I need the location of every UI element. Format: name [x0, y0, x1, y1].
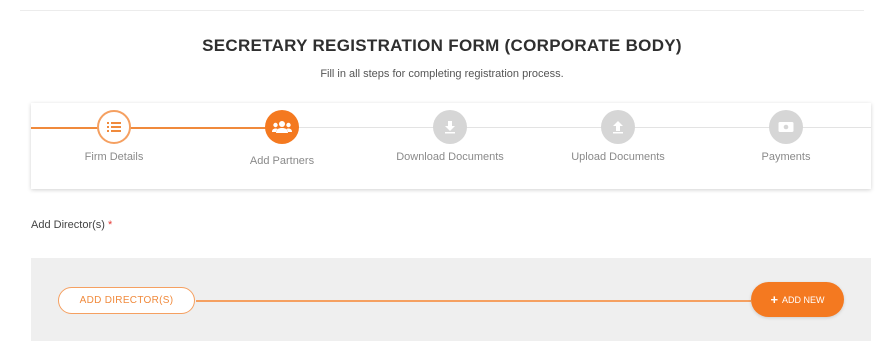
add-directors-label: Add Director(s) *	[31, 219, 112, 231]
directors-panel: ADD DIRECTOR(S) + ADD NEW	[31, 258, 871, 341]
step-add-partners[interactable]: Add Partners	[212, 110, 352, 167]
page-title: SECRETARY REGISTRATION FORM (CORPORATE B…	[202, 36, 682, 55]
step-label: Add Partners	[249, 155, 315, 167]
step-label: Upload Documents	[571, 151, 665, 163]
list-icon	[97, 110, 131, 144]
directors-connector-line	[196, 300, 751, 302]
plus-icon: +	[770, 292, 779, 307]
step-label: Download Documents	[396, 151, 504, 163]
add-directors-label-text: Add Director(s)	[31, 219, 105, 231]
step-label: Firm Details	[84, 151, 144, 163]
add-new-label: ADD NEW	[782, 294, 825, 305]
add-directors-button[interactable]: ADD DIRECTOR(S)	[58, 287, 195, 314]
step-payments[interactable]: Payments	[716, 110, 856, 163]
page-subtitle: Fill in all steps for completing registr…	[320, 68, 564, 80]
step-label: Payments	[761, 151, 811, 163]
top-divider	[20, 10, 864, 11]
users-icon	[265, 110, 299, 144]
download-icon	[433, 110, 467, 144]
registration-stepper: Firm Details Add Partners Download Docum…	[31, 103, 871, 189]
payment-icon	[769, 110, 803, 144]
step-download-documents[interactable]: Download Documents	[380, 110, 520, 163]
add-new-button[interactable]: + ADD NEW	[751, 282, 844, 317]
upload-icon	[601, 110, 635, 144]
step-upload-documents[interactable]: Upload Documents	[548, 110, 688, 163]
step-firm-details[interactable]: Firm Details	[44, 110, 184, 163]
required-marker: *	[107, 219, 113, 231]
